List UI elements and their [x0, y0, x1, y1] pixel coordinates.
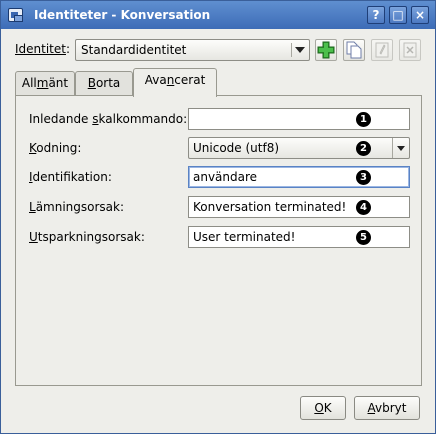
encoding-select[interactable]: Unicode (utf8) [188, 137, 410, 159]
kick-reason-input[interactable]: User terminated! [188, 226, 410, 248]
part-reason-input[interactable]: Konversation terminated! [188, 196, 410, 218]
window-title: Identiteter - Konversation [34, 8, 211, 22]
encoding-label: Kodning: [29, 141, 82, 155]
callout-badge-4: 4 [356, 200, 371, 215]
title-bar[interactable]: Identiteter - Konversation ? □ × [1, 1, 435, 29]
close-button[interactable]: × [411, 6, 429, 24]
rename-icon [375, 42, 389, 58]
callout-badge-1: 1 [356, 112, 371, 127]
ok-button[interactable]: OK [300, 396, 346, 420]
tab-advanced[interactable]: Avancerat [133, 68, 217, 97]
plus-icon [317, 41, 335, 59]
tab-general[interactable]: Allmänt [15, 71, 75, 95]
add-identity-button[interactable] [315, 39, 337, 61]
chevron-down-icon [295, 47, 305, 53]
identities-dialog: Identiteter - Konversation ? □ × Identit… [0, 0, 436, 434]
copy-icon [346, 41, 362, 59]
rename-identity-button[interactable] [371, 39, 393, 61]
remove-identity-button[interactable] [399, 39, 421, 61]
cancel-button[interactable]: Avbryt [354, 396, 420, 420]
identity-row: Identitet: Standardidentitet [15, 39, 421, 61]
encoding-select-value: Unicode (utf8) [193, 141, 280, 155]
kick-reason-label: Utsparkningsorsak: [29, 230, 145, 244]
app-icon [8, 8, 23, 22]
help-button[interactable]: ? [367, 6, 385, 24]
advanced-panel: Inledande skalkommando: 1 Kodning: Unico… [15, 95, 422, 386]
identity-label: Identitet: [15, 42, 71, 56]
ident-label: Identifikation: [29, 170, 112, 184]
tab-away[interactable]: Borta [75, 71, 133, 95]
copy-identity-button[interactable] [343, 39, 365, 61]
tab-bar: Allmänt Borta Avancerat [15, 68, 421, 97]
identity-select-value: Standardidentitet [81, 43, 187, 57]
maximize-button[interactable]: □ [389, 6, 407, 24]
shell-command-input[interactable] [188, 108, 410, 130]
callout-badge-5: 5 [356, 230, 371, 245]
remove-icon [403, 42, 417, 58]
callout-badge-2: 2 [356, 141, 371, 156]
part-reason-label: Lämningsorsak: [29, 200, 125, 214]
shell-command-label: Inledande skalkommando: [29, 112, 188, 126]
identity-select[interactable]: Standardidentitet [75, 39, 310, 61]
callout-badge-3: 3 [356, 170, 371, 185]
ident-input[interactable]: användare [188, 166, 410, 188]
chevron-down-icon [392, 138, 409, 158]
